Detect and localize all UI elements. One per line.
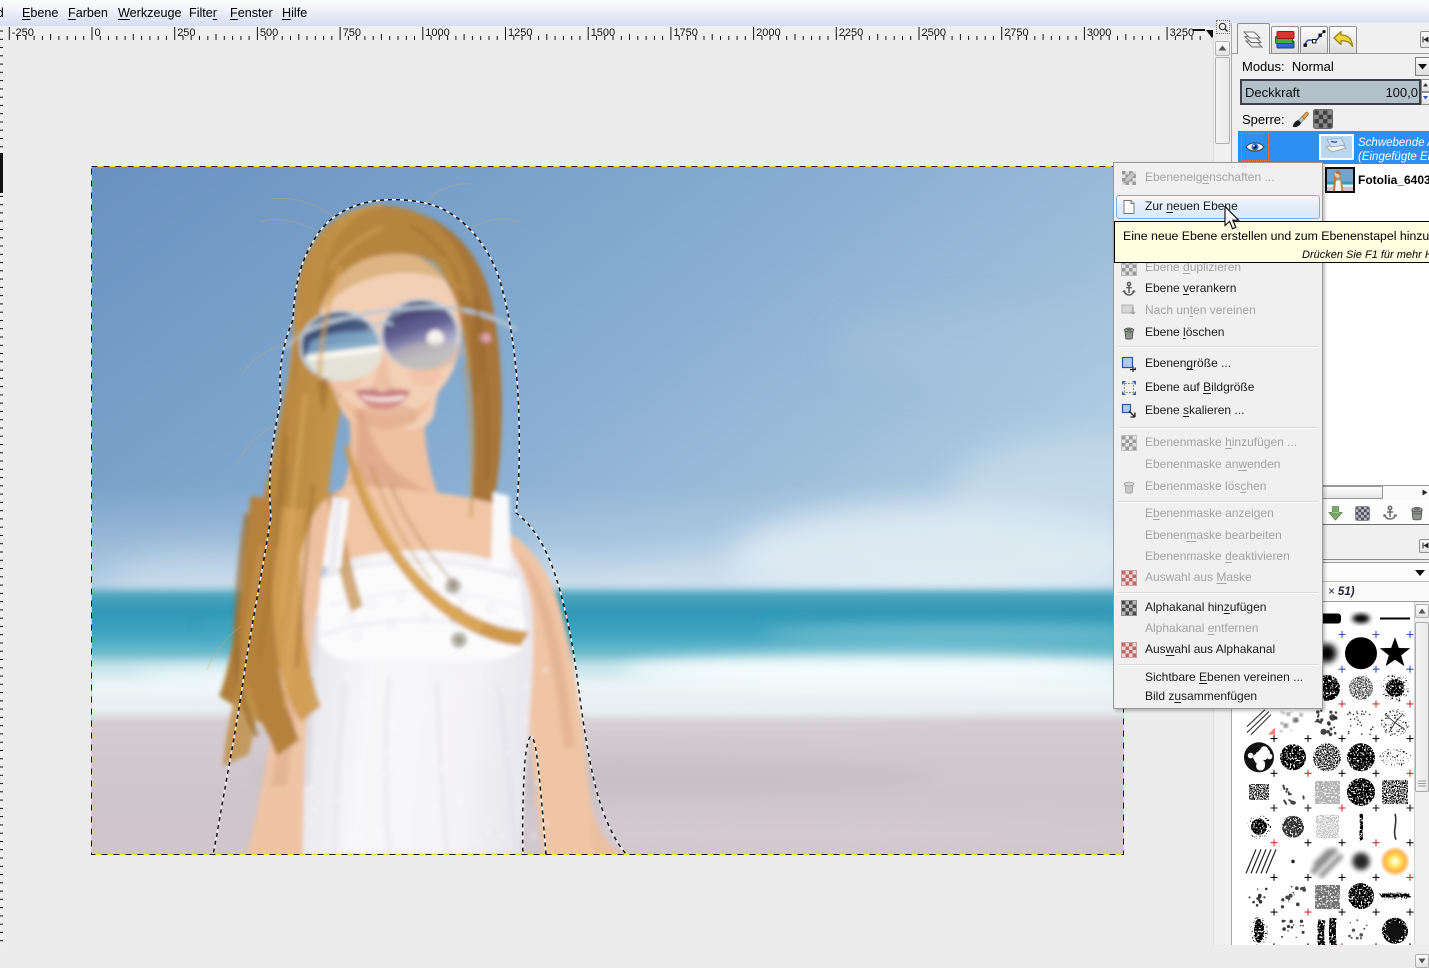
svg-text:2750: 2750 (1004, 27, 1028, 39)
svg-text:3250: 3250 (1170, 27, 1194, 39)
svg-text:0: 0 (95, 27, 101, 39)
svg-text:750: 750 (343, 27, 361, 39)
svg-text:2250: 2250 (839, 27, 863, 39)
svg-text:1750: 1750 (673, 27, 697, 39)
svg-text:2500: 2500 (922, 27, 946, 39)
svg-text:250: 250 (177, 27, 195, 39)
svg-text:1000: 1000 (425, 27, 449, 39)
svg-text:1500: 1500 (591, 27, 615, 39)
svg-text:1250: 1250 (508, 27, 532, 39)
svg-text:2000: 2000 (756, 27, 780, 39)
svg-text:-250: -250 (12, 27, 34, 39)
svg-text:3000: 3000 (1087, 27, 1111, 39)
svg-text:500: 500 (260, 27, 278, 39)
